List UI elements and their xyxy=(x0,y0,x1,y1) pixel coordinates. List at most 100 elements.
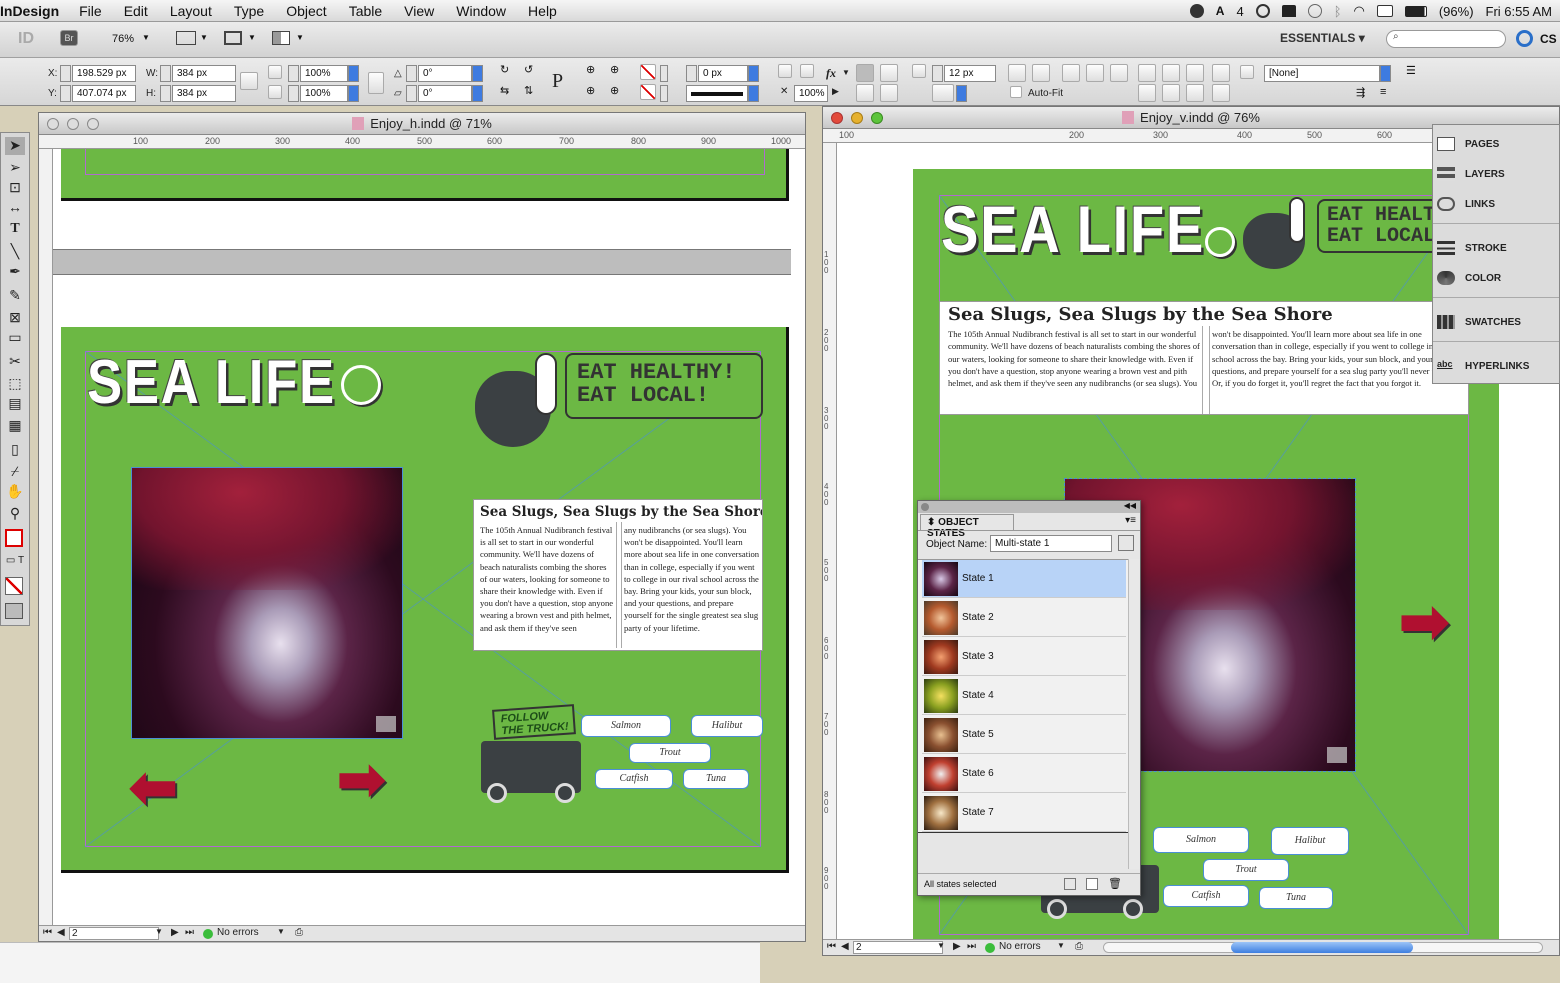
pencil-tool-icon[interactable]: ✎ xyxy=(5,287,25,305)
stroke-weight-dropdown[interactable] xyxy=(748,65,759,82)
stroke-type-dropdown[interactable] xyxy=(748,85,759,102)
corner-shape-icon[interactable] xyxy=(932,84,954,102)
preflight-dropdown-icon[interactable]: ▼ xyxy=(277,927,285,936)
search-input[interactable]: ⌕ xyxy=(1386,30,1506,48)
sea-life-logo[interactable]: SEA LIFE xyxy=(941,191,1205,267)
gradient-feather-tool-icon[interactable]: ▦ xyxy=(5,417,25,435)
zoom-window-button[interactable] xyxy=(871,112,883,124)
dock-item-swatches[interactable]: SWATCHES xyxy=(1437,311,1557,333)
page-dropdown-icon[interactable]: ▼ xyxy=(937,941,945,950)
menu-layout[interactable]: Layout xyxy=(170,3,212,19)
shear-field[interactable]: 0° xyxy=(418,85,472,102)
fill-stroke-swatch-icon[interactable] xyxy=(5,529,23,547)
rotate-cw-icon[interactable]: ↻ xyxy=(500,63,518,81)
eat-healthy-sign[interactable]: EAT HEALTHY! EAT LOCAL! xyxy=(565,353,763,419)
next-page-icon[interactable]: ▶ xyxy=(171,927,179,938)
panel-header[interactable]: ◀◀ xyxy=(918,501,1140,513)
fish-bubble-trout[interactable]: Trout xyxy=(629,743,711,763)
zoom-level[interactable]: 76% xyxy=(112,33,134,45)
menu-window[interactable]: Window xyxy=(456,3,506,19)
autofit-checkbox[interactable] xyxy=(1010,86,1022,98)
next-page-icon[interactable]: ▶ xyxy=(953,941,961,952)
fit-content-icon[interactable] xyxy=(1032,64,1050,82)
skype-icon[interactable] xyxy=(1255,4,1270,18)
fish-bubble-catfish[interactable]: Catfish xyxy=(595,769,673,789)
shear-dropdown[interactable] xyxy=(472,85,483,102)
rotate-ccw-icon[interactable]: ↺ xyxy=(524,63,542,81)
menu-type[interactable]: Type xyxy=(234,3,264,19)
gradient-tool-icon[interactable]: ▤ xyxy=(5,395,25,413)
pen-tool-icon[interactable]: ✒ xyxy=(5,263,25,281)
fish-bubble-halibut[interactable]: Halibut xyxy=(1271,827,1349,855)
fx-icon[interactable]: fx xyxy=(826,66,836,81)
direct-selection-tool-icon[interactable]: ➢ xyxy=(5,159,25,177)
formatting-affects-container-icon[interactable]: ▭ T xyxy=(5,555,25,573)
dock-item-layers[interactable]: LAYERS xyxy=(1437,163,1557,185)
opacity-arrow-icon[interactable]: ▶ xyxy=(832,86,839,97)
spacing-spinner[interactable] xyxy=(932,65,943,82)
previous-page-icon[interactable]: ◀ xyxy=(841,941,849,952)
menu-table[interactable]: Table xyxy=(349,3,382,19)
menubar-clock[interactable]: Fri 6:55 AM xyxy=(1486,4,1552,19)
states-scrollbar[interactable] xyxy=(1128,559,1140,869)
preflight-dropdown-icon[interactable]: ▼ xyxy=(1057,941,1065,950)
fish-bubble-tuna[interactable]: Tuna xyxy=(683,769,749,789)
display-icon[interactable] xyxy=(1376,5,1393,17)
dock-item-stroke[interactable]: STROKE xyxy=(1437,237,1557,259)
menu-file[interactable]: File xyxy=(79,3,102,19)
object-style-dropdown[interactable] xyxy=(1380,65,1391,82)
spacing-field[interactable]: 12 px xyxy=(944,65,996,82)
note-tool-icon[interactable]: ▯ xyxy=(5,441,25,459)
tab-object-states[interactable]: ⬍ OBJECT STATES xyxy=(920,514,1014,539)
stroke-weight-field[interactable]: 0 px xyxy=(698,65,748,82)
previous-arrow-button[interactable]: ⬅ xyxy=(129,759,178,817)
fit-proportionally-icon[interactable] xyxy=(1086,64,1104,82)
menu-view[interactable]: View xyxy=(404,3,434,19)
dock-item-pages[interactable]: PAGES xyxy=(1437,133,1557,155)
scale-y-field[interactable]: 100% xyxy=(300,85,348,102)
dock-item-hyperlinks[interactable]: abc HYPERLINKS xyxy=(1437,355,1557,377)
scale-x-dropdown[interactable] xyxy=(348,65,359,82)
select-next-icon[interactable]: ⊕ xyxy=(610,84,628,102)
bluetooth-icon[interactable]: ᛒ xyxy=(1334,4,1342,19)
eyedropper-tool-icon[interactable]: ⌿ xyxy=(5,463,25,481)
fish-bubble-tuna[interactable]: Tuna xyxy=(1259,887,1333,909)
rotate-field[interactable]: 0° xyxy=(418,65,472,82)
dock-item-color[interactable]: COLOR xyxy=(1437,267,1557,289)
text-wrap-shape-icon[interactable] xyxy=(856,84,874,102)
object-name-field[interactable]: Multi-state 1 xyxy=(990,535,1112,552)
convert-to-buttons-icon[interactable] xyxy=(1118,535,1134,551)
delete-state-icon[interactable]: 🗑 xyxy=(1108,877,1122,890)
first-page-icon[interactable]: ⏮ xyxy=(43,927,52,938)
menu-edit[interactable]: Edit xyxy=(124,3,148,19)
view-options-icon[interactable] xyxy=(176,31,196,45)
fish-bubble-halibut[interactable]: Halibut xyxy=(691,715,763,737)
rectangle-frame-tool-icon[interactable]: ⊠ xyxy=(5,309,25,327)
page-number-field[interactable]: 2 xyxy=(69,927,159,940)
clear-overrides-icon[interactable]: ⇶ xyxy=(1356,86,1370,100)
horizontal-ruler[interactable]: 100 200 300 400 500 600 700 800 900 1000 xyxy=(39,135,805,149)
rectangle-tool-icon[interactable]: ▭ xyxy=(5,329,25,347)
panel-options-icon[interactable]: ≡ xyxy=(1380,86,1394,100)
screen-mode-dropdown-icon[interactable]: ▼ xyxy=(248,33,256,42)
preflight-status[interactable]: No errors xyxy=(217,927,259,938)
close-window-button[interactable] xyxy=(47,118,59,130)
flip-horizontal-icon[interactable]: ⇆ xyxy=(500,84,518,102)
control-panel-menu-icon[interactable]: ☰ xyxy=(1406,64,1420,98)
gap-tool-icon[interactable]: ↔ xyxy=(5,199,25,217)
y-field[interactable]: 407.074 px xyxy=(72,85,136,102)
x-field[interactable]: 198.529 px xyxy=(72,65,136,82)
article-text-frame[interactable]: Sea Slugs, Sea Slugs by the Sea Shore Th… xyxy=(939,301,1469,415)
fish-bubble-salmon[interactable]: Salmon xyxy=(581,715,671,737)
select-previous-icon[interactable]: ⊕ xyxy=(586,84,604,102)
object-style-field[interactable]: [None] xyxy=(1264,65,1380,82)
dropbox-icon[interactable] xyxy=(1189,4,1204,18)
new-state-icon[interactable] xyxy=(1086,878,1098,890)
zoom-window-button[interactable] xyxy=(87,118,99,130)
panel-close-icon[interactable] xyxy=(921,503,929,511)
vertical-ruler[interactable] xyxy=(39,149,53,925)
stroke-none-swatch-icon[interactable] xyxy=(640,84,656,100)
distribute-icon[interactable] xyxy=(1212,64,1230,82)
state-row[interactable]: State 2 xyxy=(922,599,1126,637)
next-arrow-button[interactable]: ➡ xyxy=(1399,592,1449,652)
